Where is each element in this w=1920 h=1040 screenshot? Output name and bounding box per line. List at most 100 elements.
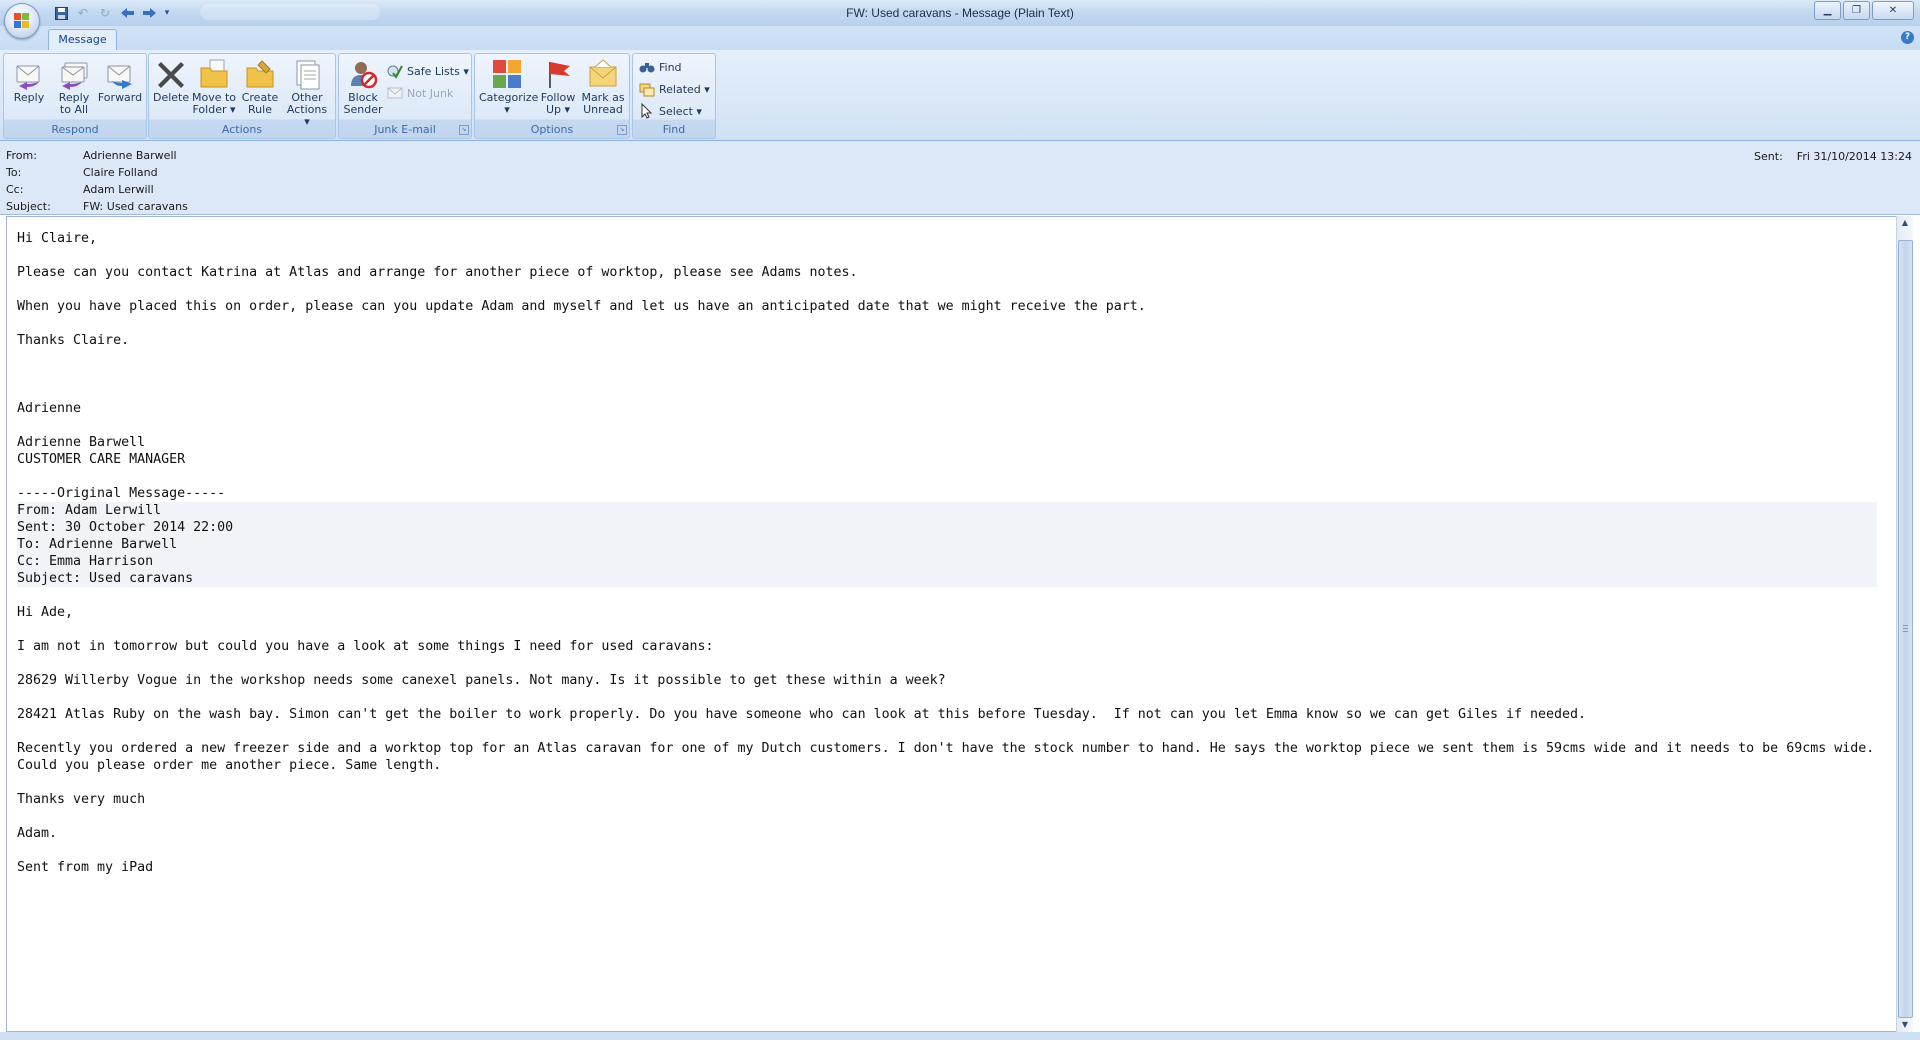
reply-all-button[interactable]: Reply to All: [52, 58, 96, 124]
window-bottom-edge: [0, 1032, 1920, 1040]
body-line: [17, 808, 1877, 825]
body-line: I am not in tomorrow but could you have …: [17, 639, 714, 654]
maximize-icon[interactable]: ❐: [1843, 1, 1870, 20]
ribbon: Reply Reply to All Forward Respond Delet…: [0, 50, 1920, 141]
options-group-label: Options: [530, 123, 574, 136]
body-line: [17, 247, 1877, 264]
to-value[interactable]: Claire Folland: [83, 166, 158, 183]
respond-group: Reply Reply to All Forward Respond: [3, 53, 147, 139]
close-icon[interactable]: ✕: [1872, 1, 1914, 20]
body-line: From: Adam Lerwill: [17, 502, 1877, 519]
create-rule-button[interactable]: Create Rule: [239, 58, 281, 124]
body-line: [17, 723, 1877, 740]
help-icon[interactable]: ?: [1901, 31, 1914, 44]
categorize-icon: [491, 58, 523, 90]
body-line: Please can you contact Katrina at Atlas …: [17, 265, 858, 280]
junk-email-group: Block Sender Safe Lists ▾ Not Junk Junk …: [338, 53, 472, 139]
find-button[interactable]: Find: [639, 57, 682, 77]
options-launcher-icon[interactable]: ↘: [617, 125, 627, 135]
body-line: [17, 281, 1877, 298]
cc-label: Cc:: [6, 183, 24, 196]
junk-email-options-launcher-icon[interactable]: ↘: [459, 125, 469, 135]
message-header: From: Adrienne Barwell To: Claire Follan…: [0, 141, 1920, 215]
folder-move-icon: [198, 58, 230, 90]
window-controls: ▁ ❐ ✕: [1814, 1, 1914, 20]
to-label: To:: [6, 166, 22, 179]
forward-button[interactable]: Forward: [96, 58, 144, 124]
reply-button[interactable]: Reply: [8, 58, 50, 124]
safe-lists-button[interactable]: Safe Lists ▾: [387, 61, 469, 81]
actions-group-label: Actions: [221, 123, 263, 136]
body-line: Sent from my iPad: [17, 860, 154, 875]
body-line: Hi Claire,: [17, 231, 98, 246]
follow-up-button[interactable]: Follow Up ▾: [537, 58, 579, 124]
subject-label: Subject:: [6, 200, 51, 213]
body-line: [17, 587, 1877, 604]
from-row: From: Adrienne Barwell: [6, 149, 177, 166]
cc-value[interactable]: Adam Lerwill: [83, 183, 154, 200]
junk-email-group-label: Junk E-mail: [374, 123, 436, 136]
tab-message[interactable]: Message: [48, 29, 117, 51]
other-actions-button[interactable]: Other Actions ▾: [283, 58, 331, 128]
mark-as-unread-button[interactable]: Mark as Unread: [581, 58, 625, 124]
move-to-folder-button[interactable]: Move to Folder ▾: [191, 58, 237, 124]
body-line: [17, 417, 1877, 434]
to-row: To: Claire Folland: [6, 166, 158, 183]
forward-icon: [104, 58, 136, 90]
reply-icon: [13, 58, 45, 90]
respond-group-label: Respond: [51, 123, 99, 136]
reply-all-icon: [58, 58, 90, 90]
safe-lists-icon: [387, 63, 403, 79]
scrollbar-thumb[interactable]: [1898, 240, 1913, 1018]
message-body[interactable]: Hi Claire, Please can you contact Katrina…: [6, 216, 1897, 1032]
body-line: CUSTOMER CARE MANAGER: [17, 452, 186, 467]
body-line: [17, 655, 1877, 672]
scroll-down-icon[interactable]: ▼: [1897, 1018, 1913, 1032]
body-line: Recently you ordered a new freezer side …: [17, 741, 1875, 756]
follow-up-flag-icon: [542, 58, 574, 90]
from-label: From:: [6, 149, 37, 162]
categorize-button[interactable]: Categorize ▾: [479, 58, 538, 124]
block-sender-icon: [347, 58, 379, 90]
actions-group: Delete Move to Folder ▾ Create Rule Othe…: [148, 53, 336, 139]
body-line: -----Original Message-----: [17, 486, 226, 501]
sent-value: Fri 31/10/2014 13:24: [1796, 150, 1912, 163]
body-line: [17, 383, 1877, 400]
not-junk-button[interactable]: Not Junk: [387, 83, 453, 103]
body-line: [17, 315, 1877, 332]
options-group: Categorize ▾ Follow Up ▾ Mark as Unread …: [474, 53, 630, 139]
mark-unread-envelope-icon: [587, 58, 619, 90]
office-button[interactable]: [4, 3, 40, 39]
related-messages-icon: [639, 81, 655, 97]
body-line: Sent: 30 October 2014 22:00: [17, 519, 1877, 536]
sent-row: Sent: Fri 31/10/2014 13:24: [1754, 150, 1912, 163]
block-sender-button[interactable]: Block Sender: [343, 58, 383, 124]
vertical-scrollbar[interactable]: ▲ ▼: [1896, 216, 1913, 1032]
body-line: To: Adrienne Barwell: [17, 536, 1877, 553]
delete-button[interactable]: Delete: [153, 58, 189, 124]
sent-label: Sent:: [1754, 150, 1783, 163]
window-title: FW: Used caravans - Message (Plain Text): [846, 6, 1074, 20]
select-cursor-icon: [639, 102, 655, 119]
related-button[interactable]: Related ▾: [639, 79, 710, 99]
body-line: [17, 468, 1877, 485]
body-line: [17, 349, 1877, 366]
body-line: [17, 842, 1877, 859]
body-line: Adrienne: [17, 401, 82, 416]
find-group-label: Find: [662, 123, 686, 136]
body-line: When you have placed this on order, plea…: [17, 299, 1146, 314]
cc-row: Cc: Adam Lerwill: [6, 183, 154, 200]
delete-icon: [155, 58, 187, 90]
scroll-up-icon[interactable]: ▲: [1897, 216, 1913, 230]
minimize-icon[interactable]: ▁: [1814, 1, 1841, 20]
body-line: Hi Ade,: [17, 605, 74, 620]
body-line: 28629 Willerby Vogue in the workshop nee…: [17, 673, 946, 688]
office-logo-icon: [14, 13, 30, 29]
subject-row: Subject: FW: Used caravans: [6, 200, 188, 217]
body-line: Thanks Claire.: [17, 333, 130, 348]
subject-value: FW: Used caravans: [83, 200, 188, 213]
not-junk-icon: [387, 85, 403, 101]
from-value[interactable]: Adrienne Barwell: [83, 149, 177, 166]
select-button[interactable]: Select ▾: [639, 101, 702, 121]
other-actions-icon: [291, 58, 323, 90]
